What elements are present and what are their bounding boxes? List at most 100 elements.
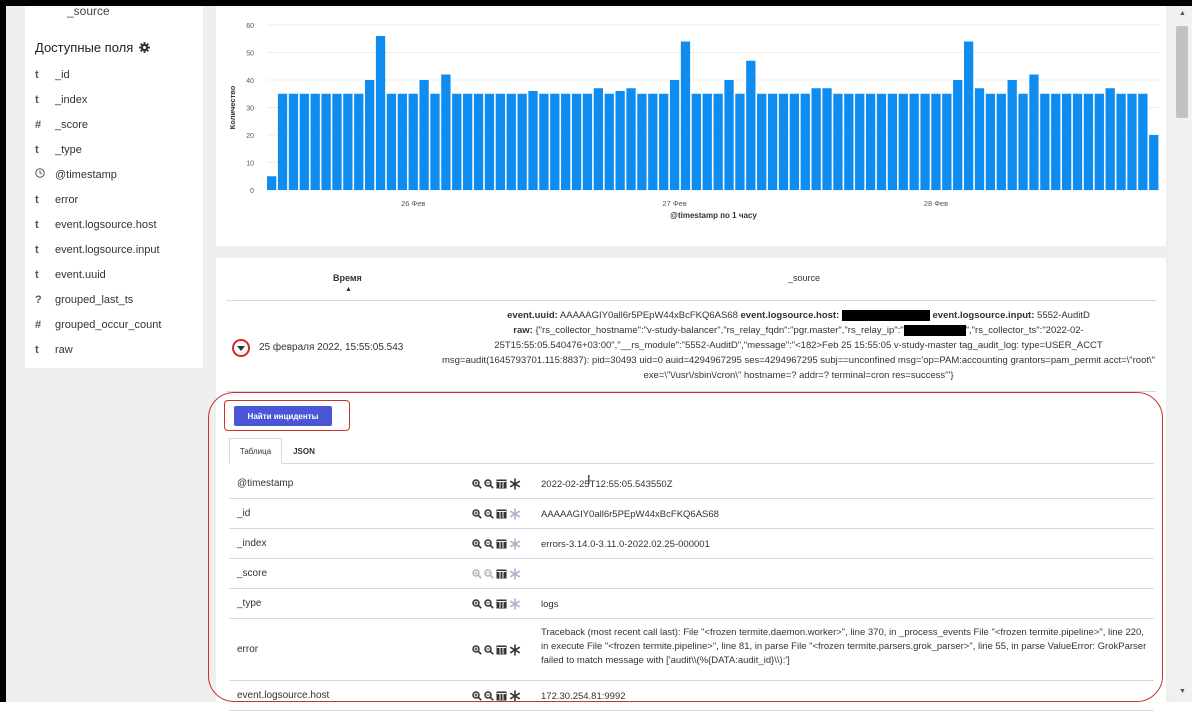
histogram-bar[interactable] [386,93,397,190]
histogram-bar[interactable] [1061,93,1072,190]
histogram-bar[interactable] [909,93,919,190]
histogram-bar[interactable] [321,93,331,190]
field-item[interactable]: t event.logsource.host [35,212,161,237]
histogram-bar[interactable] [985,93,996,190]
histogram-bar[interactable] [659,93,669,190]
histogram-bar[interactable] [1083,93,1094,190]
histogram-bar[interactable] [1072,93,1083,190]
histogram-bar[interactable] [408,93,418,190]
histogram-bar[interactable] [735,93,745,190]
histogram-bar[interactable] [1007,80,1017,190]
histogram-bar[interactable] [876,93,887,190]
histogram-bar[interactable] [484,93,495,190]
gear-icon[interactable] [139,42,151,53]
histogram-bar[interactable] [332,93,342,190]
histogram-bar[interactable] [800,93,810,190]
histogram-bar[interactable] [495,93,505,190]
histogram-bar[interactable] [626,88,636,190]
histogram-bar[interactable] [397,93,407,190]
histogram-bar[interactable] [539,93,549,190]
histogram-bar[interactable] [561,93,571,190]
histogram-bar[interactable] [767,93,778,190]
scrollbar-thumb[interactable] [1176,26,1188,118]
scroll-down-icon[interactable]: ▼ [1179,688,1186,695]
histogram-bar[interactable] [1051,93,1061,190]
histogram-bar[interactable] [593,88,603,190]
field-item[interactable]: ? grouped_last_ts [35,287,161,312]
histogram-bar[interactable] [528,91,538,190]
histogram-bar[interactable] [1105,88,1115,190]
histogram-bar[interactable] [354,93,364,190]
histogram-bar[interactable] [724,80,734,190]
histogram-bar[interactable] [953,80,963,190]
histogram-bar[interactable] [550,93,560,190]
histogram-bar[interactable] [1138,93,1148,190]
histogram-bar[interactable] [702,93,712,190]
field-item[interactable]: t event.uuid [35,262,161,287]
histogram-bar[interactable] [778,93,789,190]
column-header-time[interactable]: Время [333,273,362,283]
histogram-bar[interactable] [844,93,854,190]
histogram-bar[interactable] [430,93,440,190]
histogram-bar[interactable] [1040,93,1050,190]
histogram-bar[interactable] [996,93,1006,190]
histogram-bar[interactable] [931,93,941,190]
histogram-bar[interactable] [789,93,800,190]
histogram-bar[interactable] [637,93,647,190]
histogram-bar[interactable] [299,93,309,190]
histogram-bar[interactable] [974,88,985,190]
histogram-chart[interactable]: 0 10 20 30 40 50 60 26 Фев 27 Фев 28 Фев @timestam… [216,6,1166,246]
histogram-bar[interactable] [691,93,702,190]
histogram-bar[interactable] [942,93,952,190]
histogram-bar[interactable] [898,93,908,190]
histogram-bar[interactable] [887,93,898,190]
histogram-bar[interactable] [517,93,527,190]
field-item[interactable]: t _id [35,62,161,87]
scroll-up-icon[interactable]: ▲ [1179,10,1186,17]
histogram-bar[interactable] [963,41,974,191]
histogram-bar[interactable] [571,93,582,190]
histogram-bar[interactable] [833,93,843,190]
histogram-bar[interactable] [365,80,375,190]
field-item[interactable]: t event.logsource.input [35,237,161,262]
sort-ascending-icon[interactable]: ▲ [345,286,352,293]
histogram-bar[interactable] [1094,93,1104,190]
field-item[interactable]: t _type [35,137,161,162]
histogram-bar[interactable] [865,93,876,190]
collapse-row-button[interactable] [232,339,250,357]
histogram-bar[interactable] [463,93,473,190]
field-item[interactable]: # grouped_occur_count [35,312,161,337]
histogram-bar[interactable] [419,80,429,190]
histogram-bar[interactable] [920,93,930,190]
histogram-bar[interactable] [288,93,299,190]
field-item[interactable]: @timestamp [35,162,161,187]
histogram-bar[interactable] [746,60,756,190]
histogram-bar[interactable] [713,93,723,190]
histogram-bar[interactable] [310,93,320,190]
histogram-bar[interactable] [855,93,865,190]
histogram-bar[interactable] [277,93,288,190]
histogram-bar[interactable] [757,93,767,190]
histogram-bar[interactable] [1149,135,1159,190]
histogram-bar[interactable] [582,93,593,190]
histogram-bar[interactable] [506,93,516,190]
truncated-field-item[interactable]: _source [67,4,110,18]
field-item[interactable]: t raw [35,337,161,362]
histogram-bar[interactable] [822,88,832,190]
histogram-bar[interactable] [648,93,658,190]
histogram-bar[interactable] [1116,93,1126,190]
histogram-bar[interactable] [680,41,691,191]
field-item[interactable]: t _index [35,87,161,112]
histogram-bar[interactable] [615,91,625,190]
histogram-bar[interactable] [811,88,821,190]
histogram-bar[interactable] [1018,93,1028,190]
histogram-bar[interactable] [604,93,614,190]
histogram-bar[interactable] [452,93,462,190]
histogram-bar[interactable] [375,36,386,190]
histogram-bar[interactable] [1029,74,1039,191]
field-item[interactable]: t error [35,187,161,212]
histogram-bar[interactable] [1127,93,1137,190]
field-item[interactable]: # _score [35,112,161,137]
histogram-bar[interactable] [473,93,484,190]
histogram-bar[interactable] [441,74,451,191]
